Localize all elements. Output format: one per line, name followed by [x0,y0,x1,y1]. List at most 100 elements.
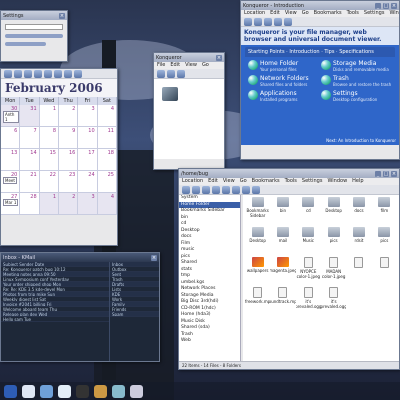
menu-item[interactable]: Go [202,62,209,69]
paste-icon[interactable] [252,186,260,194]
menu-item[interactable]: Bookmarks [314,10,342,17]
cut-icon[interactable] [232,186,240,194]
day-cell[interactable]: 4 [97,105,117,127]
day-cell[interactable]: 17 [78,149,98,171]
menu-item[interactable]: Edit [270,10,280,17]
day-cell[interactable]: 10 [78,127,98,149]
file-item[interactable]: pics [372,227,397,257]
close-icon[interactable]: × [391,170,397,177]
month-view-icon[interactable] [74,70,82,78]
day-cell[interactable]: 22 [39,171,59,193]
menu-item[interactable]: Tools [285,178,297,185]
day-cell[interactable]: 20 Meet [1,171,21,193]
day-cell[interactable]: 25 [97,171,117,193]
menu-item[interactable]: Go [240,178,247,185]
settings-slider[interactable] [5,34,63,38]
file-item[interactable]: magenta.jpeg [270,257,296,287]
settings-slider[interactable] [5,42,46,46]
day-view-icon[interactable] [54,70,62,78]
intro-link-storage-media[interactable]: Storage Media Disks and removable media [321,60,392,73]
forward-icon[interactable] [167,70,175,78]
home-icon[interactable] [212,186,220,194]
minimize-icon[interactable]: _ [375,2,381,9]
terminal-icon[interactable] [76,384,89,398]
home-icon[interactable] [264,18,272,26]
day-cell[interactable]: 23 [59,171,79,193]
settings-titlebar[interactable]: Settings × [1,11,67,20]
calendar-event[interactable]: Meet [3,177,17,184]
day-cell[interactable]: 1 [39,105,59,127]
close-icon[interactable]: × [391,2,397,9]
menu-item[interactable]: Settings [364,10,385,17]
day-cell[interactable]: 8 [39,127,59,149]
intro-titlebar[interactable]: Konqueror - Introduction _ □ × [241,1,399,10]
menu-item[interactable]: Edit [170,62,180,69]
file-item[interactable]: Desktop [245,227,270,257]
konqueror-icon[interactable] [22,384,35,398]
maximize-icon[interactable]: □ [383,2,389,9]
menu-item[interactable]: Edit [208,178,218,185]
next-intro-link[interactable]: Next: An Introduction to Konqueror [326,138,396,143]
close-icon[interactable]: × [59,12,65,19]
menu-item[interactable]: View [185,62,197,69]
file-item[interactable]: bin [270,197,295,227]
file-item[interactable]: rdsit [346,227,371,257]
music-icon[interactable] [112,384,125,398]
file-item[interactable]: docs [346,197,371,227]
file-item[interactable]: it's prevaled.ogg [321,287,346,317]
menu-item[interactable]: Go [302,10,309,17]
close-icon[interactable]: × [216,54,222,61]
mail-folder[interactable]: Spam [110,312,159,317]
day-cell[interactable]: 11 [97,127,117,149]
back-icon[interactable] [24,70,32,78]
stop-icon[interactable] [284,18,292,26]
menu-item[interactable]: Location [182,178,203,185]
day-cell[interactable]: 18 [97,149,117,171]
file-item[interactable]: film [372,197,397,227]
file-item[interactable]: soundtrack.mp3 [270,287,296,317]
menu-item[interactable]: View [223,178,235,185]
file-item[interactable]: Desktop [321,197,346,227]
file-item[interactable]: cd [296,197,321,227]
today-icon[interactable] [34,70,42,78]
back-icon[interactable] [244,18,252,26]
forward-icon[interactable] [202,186,210,194]
close-icon[interactable]: × [151,254,157,261]
tree-item[interactable]: Web [179,338,240,345]
day-cell[interactable]: 1 [39,193,59,215]
file-item[interactable]: wallpapers [245,257,270,287]
day-cell[interactable]: 7 [20,127,40,149]
trash-icon[interactable] [130,384,143,398]
new-event-icon[interactable] [4,70,12,78]
day-cell[interactable]: 3 [78,193,98,215]
back-icon[interactable] [192,186,200,194]
day-cell[interactable]: 13 [1,149,21,171]
intro-link-settings[interactable]: Settings Desktop configuration [321,90,392,103]
menu-item[interactable]: File [157,62,165,69]
reload-icon[interactable] [274,18,282,26]
fm-titlebar[interactable]: /home/bug _ □ × [179,169,399,178]
forward-icon[interactable] [254,18,262,26]
day-cell[interactable]: 16 [59,149,79,171]
reload-icon[interactable] [177,70,185,78]
menu-item[interactable]: Bookmarks [252,178,280,185]
menu-item[interactable]: Tools [347,10,359,17]
file-item[interactable] [346,257,371,287]
settings-field[interactable] [5,24,63,30]
back-icon[interactable] [157,70,165,78]
day-cell[interactable]: 6 [1,127,21,149]
day-cell[interactable]: 31 [20,105,40,127]
day-cell[interactable]: 3 [78,105,98,127]
file-item[interactable]: MADAN color-1.jpeg [321,257,346,287]
menu-item[interactable]: Location [244,10,265,17]
up-icon[interactable] [182,186,190,194]
day-cell[interactable]: 27 Mar 1 [1,193,21,215]
mail-titlebar[interactable]: Inbox - KMail × [1,253,159,262]
file-item[interactable]: NYOPCE color-1.jpeg [296,257,321,287]
day-cell[interactable]: 14 [20,149,40,171]
calendar-icon[interactable] [58,384,71,398]
file-item[interactable]: efreework.mp3 [245,287,270,317]
menu-item[interactable]: View [285,10,297,17]
menu-item[interactable]: Help [352,178,363,185]
file-item[interactable]: pics [321,227,346,257]
